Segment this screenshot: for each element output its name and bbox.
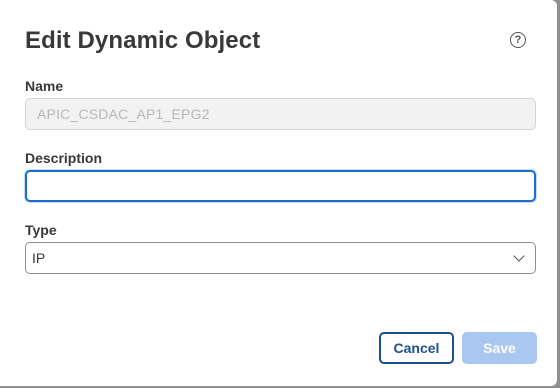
description-field[interactable]	[25, 170, 536, 202]
help-icon[interactable]: ?	[510, 32, 526, 48]
type-select[interactable]: IP	[25, 242, 536, 274]
name-label: Name	[25, 78, 64, 94]
chevron-down-icon	[513, 250, 525, 262]
type-label: Type	[25, 222, 57, 238]
type-selected-value: IP	[32, 250, 46, 266]
dialog-title: Edit Dynamic Object	[25, 27, 261, 54]
save-button[interactable]: Save	[462, 332, 537, 364]
description-label: Description	[25, 150, 103, 166]
name-field: APIC_CSDAC_AP1_EPG2	[25, 98, 536, 130]
cancel-button[interactable]: Cancel	[379, 332, 454, 364]
edit-dynamic-object-dialog: Edit Dynamic Object ? Name APIC_CSDAC_AP…	[0, 0, 557, 386]
